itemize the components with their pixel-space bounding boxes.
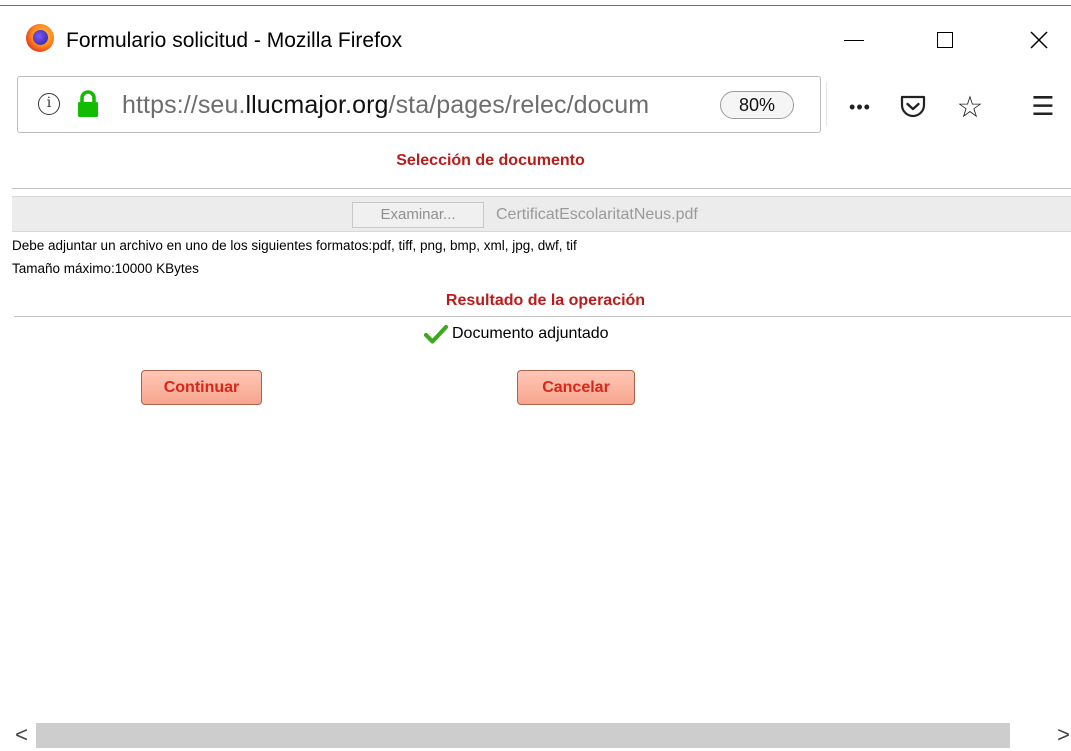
pocket-icon (900, 95, 926, 118)
zoom-level-badge[interactable]: 80% (720, 91, 794, 119)
max-size-note: Tamaño máximo:10000 KBytes (12, 261, 199, 276)
divider (12, 188, 1071, 189)
url-path: /sta/pages/relec/docum (388, 91, 650, 119)
info-icon[interactable]: i (38, 93, 60, 115)
close-icon (1030, 31, 1048, 49)
menu-icon: ☰ (1031, 92, 1055, 122)
window-titlebar: Formulario solicitud - Mozilla Firefox (0, 0, 1071, 72)
close-button[interactable] (1016, 22, 1062, 58)
scrollbar-thumb[interactable] (36, 723, 1010, 748)
maximize-button[interactable] (922, 22, 968, 58)
minimize-icon (844, 39, 864, 41)
lock-icon[interactable] (75, 89, 101, 119)
browse-button[interactable]: Examinar... (352, 202, 484, 228)
maximize-icon (937, 32, 953, 48)
checkmark-icon (424, 324, 448, 344)
minimize-button[interactable] (831, 22, 877, 58)
star-icon: ☆ (956, 89, 984, 125)
url-domain: llucmajor.org (245, 91, 389, 119)
toolbar-separator (826, 82, 827, 126)
url-text[interactable]: https://seu.llucmajor.org/sta/pages/rele… (122, 91, 649, 120)
result-message: Documento adjuntado (452, 325, 609, 342)
navigation-bar: i https://seu.llucmajor.org/sta/pages/re… (0, 72, 1071, 144)
selected-file-name: CertificatEscolaritatNeus.pdf (496, 206, 698, 223)
bookmark-button[interactable]: ☆ (953, 89, 987, 125)
scroll-left-arrow-icon[interactable]: < (6, 722, 37, 749)
window-top-border (0, 5, 1071, 6)
more-icon: ••• (849, 96, 871, 117)
url-prefix: https://seu. (122, 91, 246, 119)
file-upload-row: Examinar... CertificatEscolaritatNeus.pd… (12, 196, 1071, 232)
address-bar[interactable]: i https://seu.llucmajor.org/sta/pages/re… (17, 76, 821, 133)
section-title-document: Selección de documento (396, 152, 585, 169)
page-actions-button[interactable]: ••• (843, 90, 877, 124)
divider (14, 316, 1071, 317)
section-title-result: Resultado de la operación (445, 292, 646, 309)
result-status: Documento adjuntado (424, 324, 609, 344)
formats-note: Debe adjuntar un archivo en uno de los s… (12, 238, 577, 253)
scroll-right-arrow-icon[interactable]: > (1048, 722, 1071, 749)
page-content: Selección de documento Examinar... Certi… (0, 144, 1071, 720)
menu-button[interactable]: ☰ (1026, 90, 1060, 124)
window-title: Formulario solicitud - Mozilla Firefox (66, 29, 403, 52)
horizontal-scrollbar[interactable]: < > (0, 720, 1071, 751)
cancel-button[interactable]: Cancelar (517, 370, 635, 405)
pocket-button[interactable] (896, 90, 930, 124)
firefox-logo-icon (26, 24, 54, 52)
continue-button[interactable]: Continuar (141, 370, 262, 405)
